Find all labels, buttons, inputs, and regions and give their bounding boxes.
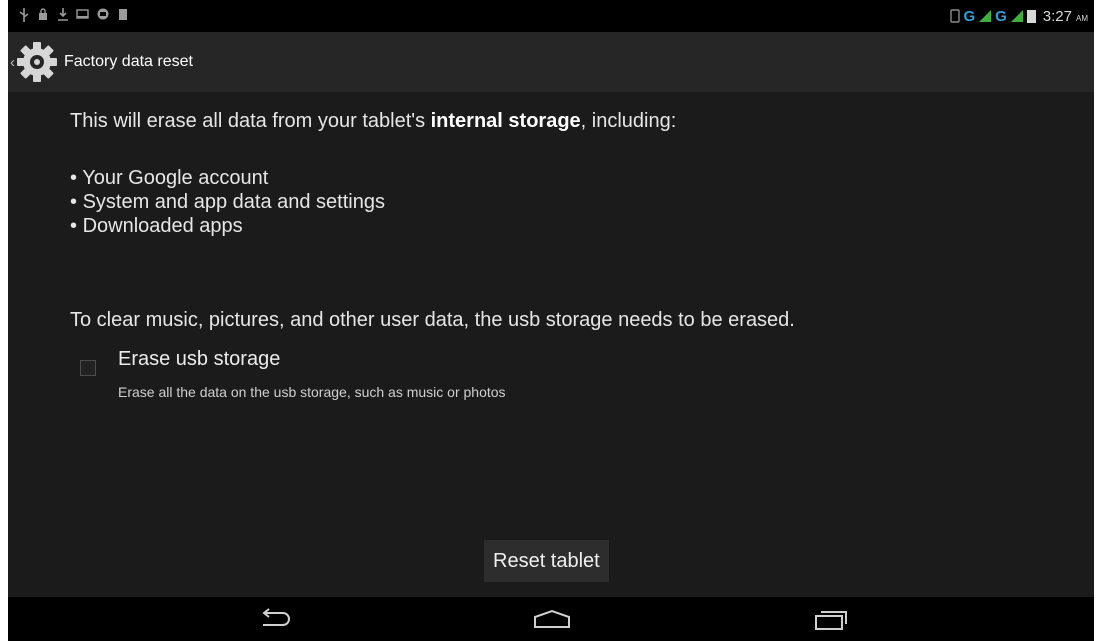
erase-usb-checkbox[interactable]	[80, 360, 96, 376]
home-icon	[534, 609, 570, 628]
up-navigation-button[interactable]: ‹	[8, 32, 58, 92]
navigation-bar	[8, 597, 1094, 641]
back-button[interactable]	[234, 597, 314, 641]
erase-usb-storage-option[interactable]: Erase usb storage Erase all the data on …	[78, 346, 778, 406]
page-title: Factory data reset	[64, 53, 193, 70]
intro-bold: internal storage	[430, 110, 581, 132]
settings-gear-icon	[17, 42, 57, 82]
intro-prefix: This will erase all data from your table…	[70, 110, 431, 132]
list-item: Your Google account	[70, 166, 385, 190]
status-indicators: G G 3:27 AM	[950, 5, 1088, 27]
home-button[interactable]	[512, 597, 592, 641]
back-icon	[262, 608, 290, 626]
lock-icon	[39, 8, 47, 20]
recent-apps-button[interactable]	[790, 597, 870, 641]
erase-usb-summary: Erase all the data on the usb storage, s…	[118, 384, 506, 400]
signal-strength-icon-2	[1010, 10, 1023, 22]
reset-tablet-button[interactable]: Reset tablet	[484, 540, 609, 582]
clock: 3:27	[1042, 7, 1072, 25]
usb-icon	[19, 8, 29, 22]
screen: G G 3:27 AM ‹ Factory data reset This wi…	[8, 0, 1094, 641]
network-type-label-2: G	[995, 7, 1007, 25]
signal-strength-icon-1	[979, 10, 992, 22]
clock-ampm: AM	[1076, 14, 1088, 23]
erase-usb-title: Erase usb storage	[118, 348, 281, 370]
intro-suffix: , including:	[580, 110, 677, 132]
android-debug-icon	[97, 8, 109, 20]
back-chevron-icon: ‹	[10, 53, 15, 71]
list-item: System and app data and settings	[70, 190, 385, 214]
mail-icon	[76, 9, 89, 19]
sd-card-icon	[119, 9, 127, 20]
network-type-label-1: G	[963, 7, 976, 25]
intro-text: This will erase all data from your table…	[70, 110, 676, 133]
status-bar: G G 3:27 AM	[8, 0, 1094, 32]
battery-icon	[1026, 10, 1036, 23]
list-item: Downloaded apps	[70, 214, 385, 238]
factory-reset-content: This will erase all data from your table…	[8, 92, 1094, 597]
erase-items-list: Your Google account System and app data …	[70, 166, 385, 238]
download-icon	[58, 8, 68, 21]
recent-apps-icon	[815, 611, 847, 630]
usb-storage-note: To clear music, pictures, and other user…	[70, 309, 795, 331]
sim-icon	[950, 9, 961, 23]
action-bar: ‹ Factory data reset	[8, 32, 1094, 92]
